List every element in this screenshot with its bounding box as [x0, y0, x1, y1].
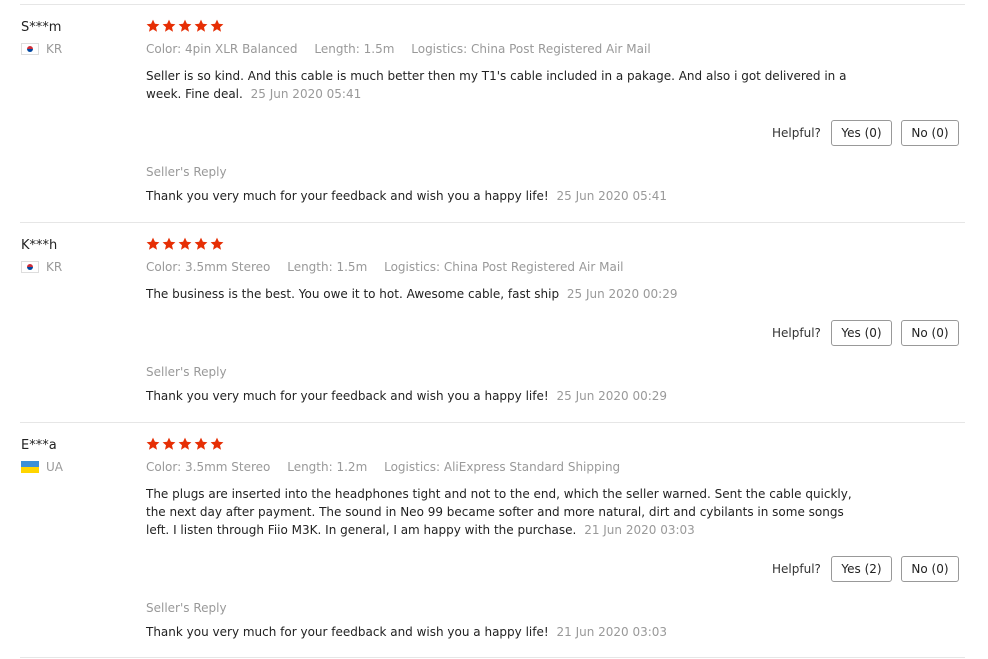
reviewer-name: E***a [21, 438, 57, 453]
length-value: 1.5m [336, 260, 368, 274]
logistics-label: Logistics: [384, 460, 441, 474]
seller-reply-text: Thank you very much for your feedback an… [146, 389, 549, 403]
logistics-value: AliExpress Standard Shipping [443, 460, 621, 474]
star-rating [146, 437, 224, 451]
review-date: 21 Jun 2020 03:03 [584, 523, 695, 537]
seller-reply: Thank you very much for your feedback an… [146, 189, 667, 203]
south-korea-flag-icon [21, 261, 39, 273]
seller-reply-text: Thank you very much for your feedback an… [146, 189, 549, 203]
star-icon [178, 237, 192, 250]
length-value: 1.2m [336, 460, 368, 474]
star-icon [162, 19, 176, 32]
star-icon [146, 19, 160, 32]
star-icon [210, 237, 224, 250]
star-icon [162, 437, 176, 450]
review-text: Seller is so kind. And this cable is muc… [146, 67, 866, 103]
star-icon [178, 19, 192, 32]
star-icon [178, 437, 192, 450]
star-icon [146, 237, 160, 250]
color-value: 3.5mm Stereo [185, 460, 271, 474]
seller-reply-title: Seller's Reply [146, 165, 227, 179]
reviewer-name: S***m [21, 20, 62, 35]
logistics-value: China Post Registered Air Mail [443, 260, 624, 274]
helpful-label: Helpful? [772, 126, 821, 140]
star-icon [194, 437, 208, 450]
review-body: The plugs are inserted into the headphon… [146, 487, 852, 537]
star-rating [146, 237, 224, 251]
helpful-yes-button[interactable]: Yes (0) [831, 320, 892, 346]
reviewer-name: K***h [21, 238, 58, 253]
seller-reply-date: 25 Jun 2020 00:29 [556, 389, 668, 403]
review-item: E***a UA Color: 3.5mm Stereo Length: 1.2… [0, 437, 988, 658]
length-label: Length: [287, 260, 333, 274]
helpful-label: Helpful? [772, 326, 821, 340]
seller-reply-title: Seller's Reply [146, 601, 227, 615]
seller-reply-date: 25 Jun 2020 05:41 [556, 189, 668, 203]
color-label: Color: [146, 460, 182, 474]
reviewer-country: KR [21, 42, 62, 56]
star-icon [194, 19, 208, 32]
star-icon [210, 437, 224, 450]
product-attributes: Color: 3.5mm Stereo Length: 1.5m Logisti… [146, 260, 637, 274]
divider [20, 222, 965, 223]
star-rating [146, 19, 224, 33]
divider [20, 4, 965, 5]
color-value: 4pin XLR Balanced [185, 42, 298, 56]
helpful-yes-button[interactable]: Yes (0) [831, 120, 892, 146]
color-value: 3.5mm Stereo [185, 260, 271, 274]
logistics-value: China Post Registered Air Mail [471, 42, 651, 56]
product-attributes: Color: 3.5mm Stereo Length: 1.2m Logisti… [146, 460, 633, 474]
helpful-no-button[interactable]: No (0) [901, 556, 959, 582]
seller-reply: Thank you very much for your feedback an… [146, 389, 667, 403]
reviewer-country: KR [21, 260, 62, 274]
color-label: Color: [146, 42, 182, 56]
helpful-yes-button[interactable]: Yes (2) [831, 556, 892, 582]
star-icon [146, 437, 160, 450]
logistics-label: Logistics: [411, 42, 468, 56]
helpful-label: Helpful? [772, 562, 821, 576]
logistics-label: Logistics: [384, 260, 441, 274]
star-icon [194, 237, 208, 250]
country-code: UA [46, 460, 63, 474]
review-text: The plugs are inserted into the headphon… [146, 485, 866, 539]
reviewer-country: UA [21, 460, 63, 474]
seller-reply: Thank you very much for your feedback an… [146, 625, 667, 639]
helpful-no-button[interactable]: No (0) [901, 320, 959, 346]
seller-reply-title: Seller's Reply [146, 365, 227, 379]
ukraine-flag-icon [21, 461, 39, 473]
review-date: 25 Jun 2020 05:41 [250, 87, 362, 101]
review-date: 25 Jun 2020 00:29 [566, 287, 678, 301]
south-korea-flag-icon [21, 43, 39, 55]
star-icon [162, 237, 176, 250]
review-item: S***m KR Color: 4pin XLR Balanced Length… [0, 19, 988, 220]
seller-reply-text: Thank you very much for your feedback an… [146, 625, 549, 639]
review-body: The business is the best. You owe it to … [146, 287, 560, 301]
country-code: KR [46, 42, 63, 56]
length-label: Length: [314, 42, 360, 56]
helpful-no-button[interactable]: No (0) [901, 120, 959, 146]
divider [20, 657, 965, 658]
length-label: Length: [287, 460, 333, 474]
divider [20, 422, 965, 423]
star-icon [210, 19, 224, 32]
color-label: Color: [146, 260, 182, 274]
seller-reply-date: 21 Jun 2020 03:03 [556, 625, 668, 639]
length-value: 1.5m [363, 42, 395, 56]
review-text: The business is the best. You owe it to … [146, 285, 866, 303]
country-code: KR [46, 260, 63, 274]
product-attributes: Color: 4pin XLR Balanced Length: 1.5m Lo… [146, 42, 664, 56]
review-item: K***h KR Color: 3.5mm Stereo Length: 1.5… [0, 237, 988, 418]
